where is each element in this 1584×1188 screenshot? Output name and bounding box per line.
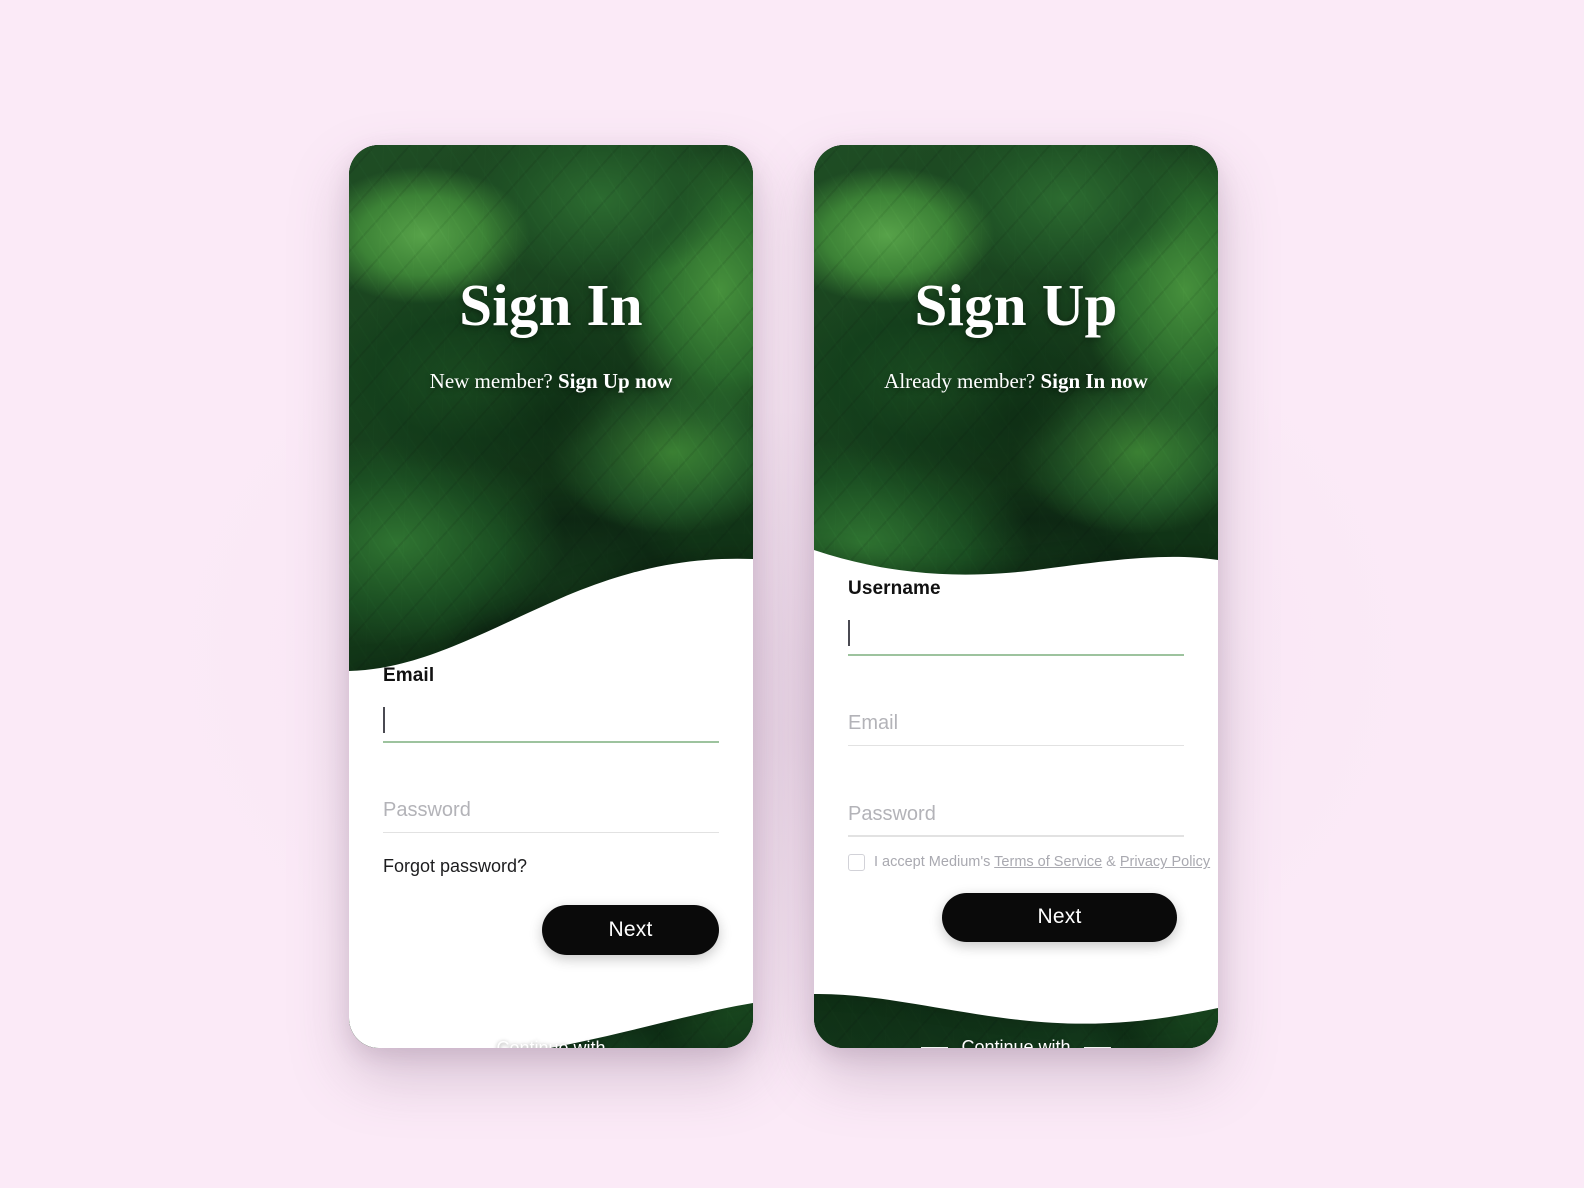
- username-field[interactable]: [848, 614, 1184, 656]
- sign-up-form: Username Email Password I accept Medium'…: [814, 578, 1218, 942]
- continue-with-divider: Continue with: [814, 1037, 1218, 1048]
- username-label: Username: [848, 578, 941, 599]
- password-field-group: Password: [848, 795, 1184, 837]
- next-button[interactable]: Next: [942, 892, 1177, 942]
- email-input[interactable]: [383, 701, 719, 741]
- privacy-policy-link[interactable]: Privacy Policy: [1120, 854, 1210, 870]
- password-field[interactable]: Password: [383, 792, 719, 834]
- username-input[interactable]: [848, 614, 1184, 654]
- divider-dash-right: [618, 1047, 646, 1048]
- email-field[interactable]: Email: [848, 705, 1184, 747]
- subline-prefix: New member?: [429, 369, 558, 393]
- password-field[interactable]: Password: [848, 795, 1184, 837]
- terms-of-service-link[interactable]: Terms of Service: [994, 854, 1102, 870]
- email-underline: [383, 741, 719, 743]
- sign-in-form: Email Password Forgot password? Next: [349, 665, 753, 956]
- email-label: Email: [383, 665, 435, 686]
- forgot-password-link[interactable]: Forgot password?: [383, 856, 719, 877]
- email-field[interactable]: [383, 701, 719, 743]
- divider-dash-right: [1083, 1046, 1111, 1048]
- page-title: Sign In: [459, 272, 643, 338]
- username-underline: [848, 654, 1184, 656]
- password-input[interactable]: Password: [848, 795, 1184, 835]
- password-field-group: Password: [383, 792, 719, 834]
- password-underline: [383, 831, 719, 834]
- continue-with-label: Continue with: [961, 1037, 1071, 1048]
- terms-prefix: I accept Medium's: [874, 854, 995, 871]
- continue-with-label: Continue with: [496, 1038, 606, 1048]
- mockup-stage: Sign In New member? Sign Up now Email Pa…: [0, 0, 1584, 1188]
- page-title: Sign Up: [914, 272, 1118, 338]
- divider-dash-left: [921, 1046, 949, 1048]
- subline-prefix: Already member?: [884, 369, 1041, 393]
- email-underline: [848, 744, 1184, 747]
- sign-in-now-link[interactable]: Sign In now: [1040, 369, 1147, 393]
- email-field-group: Email: [848, 705, 1184, 747]
- password-input[interactable]: Password: [383, 792, 719, 832]
- sign-up-social-zone: Continue with: [814, 1037, 1218, 1048]
- text-caret: [848, 620, 850, 646]
- sign-up-submit-row: Next: [848, 892, 1184, 942]
- sign-up-subline: Already member? Sign In now: [814, 369, 1218, 394]
- terms-middle: &: [1102, 854, 1120, 871]
- continue-with-divider: Continue with: [349, 1038, 753, 1048]
- phone-mockup-sign-up: Sign Up Already member? Sign In now User…: [814, 145, 1218, 1048]
- email-field-group: Email: [383, 665, 719, 743]
- username-field-group: Username: [848, 578, 1184, 656]
- sign-up-now-link[interactable]: Sign Up now: [558, 369, 672, 393]
- sign-in-social-zone: Continue with: [349, 1038, 753, 1048]
- phone-mockup-sign-in: Sign In New member? Sign Up now Email Pa…: [349, 145, 753, 1048]
- divider-dash-left: [456, 1047, 484, 1048]
- sign-in-submit-row: Next: [383, 905, 719, 956]
- terms-checkbox[interactable]: [848, 853, 865, 871]
- terms-acceptance-row[interactable]: I accept Medium's Terms of Service & Pri…: [848, 853, 1210, 871]
- terms-text: I accept Medium's Terms of Service & Pri…: [874, 854, 1210, 870]
- sign-in-subline: New member? Sign Up now: [349, 369, 753, 394]
- text-caret: [383, 707, 385, 733]
- next-button[interactable]: Next: [542, 905, 719, 956]
- password-underline: [848, 835, 1184, 837]
- email-input[interactable]: Email: [848, 705, 1184, 745]
